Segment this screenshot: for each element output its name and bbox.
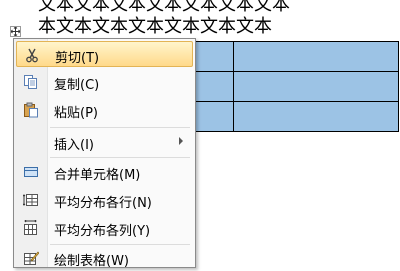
- context-menu: 剪切(T) 复制(C) 粘贴(P) 插入(I) 合并单元格(M) 平均分布各行(…: [13, 38, 196, 271]
- menu-item-insert[interactable]: 插入(I): [16, 129, 193, 155]
- table-move-handle-icon[interactable]: [10, 26, 21, 37]
- submenu-arrow-icon: [179, 137, 183, 145]
- scissors-icon: [24, 47, 40, 63]
- menu-item-paste[interactable]: 粘贴(P): [16, 97, 193, 123]
- table-cell[interactable]: [233, 101, 399, 132]
- distribute-rows-icon: [22, 192, 39, 208]
- paste-icon: [23, 102, 39, 118]
- table-cell[interactable]: [233, 71, 399, 102]
- menu-item-label: 剪切(T): [55, 51, 100, 66]
- menu-item-label: 平均分布各行(N): [54, 196, 152, 211]
- menu-item-label: 粘贴(P): [54, 106, 98, 121]
- menu-separator: [50, 127, 190, 128]
- merge-cells-icon: [23, 164, 39, 180]
- menu-item-copy[interactable]: 复制(C): [16, 69, 193, 95]
- menu-item-cut[interactable]: 剪切(T): [16, 41, 193, 67]
- distribute-columns-icon: [23, 219, 39, 236]
- menu-item-label: 合并单元格(M): [54, 168, 141, 183]
- draw-table-icon: [23, 250, 40, 266]
- menu-item-merge-cells[interactable]: 合并单元格(M): [16, 159, 193, 185]
- menu-item-label: 复制(C): [54, 78, 100, 93]
- menu-separator: [50, 157, 190, 158]
- table-cell[interactable]: [233, 41, 399, 72]
- menu-item-distribute-columns[interactable]: 平均分布各列(Y): [16, 215, 193, 241]
- copy-icon: [23, 74, 39, 90]
- menu-item-label: 平均分布各列(Y): [54, 224, 151, 239]
- menu-item-distribute-rows[interactable]: 平均分布各行(N): [16, 187, 193, 213]
- menu-item-draw-table[interactable]: 绘制表格(W): [16, 245, 193, 271]
- document-text-line: 本文本文本文本文本文本文本: [38, 16, 272, 37]
- menu-item-label: 绘制表格(W): [54, 254, 129, 269]
- menu-item-label: 插入(I): [54, 138, 94, 153]
